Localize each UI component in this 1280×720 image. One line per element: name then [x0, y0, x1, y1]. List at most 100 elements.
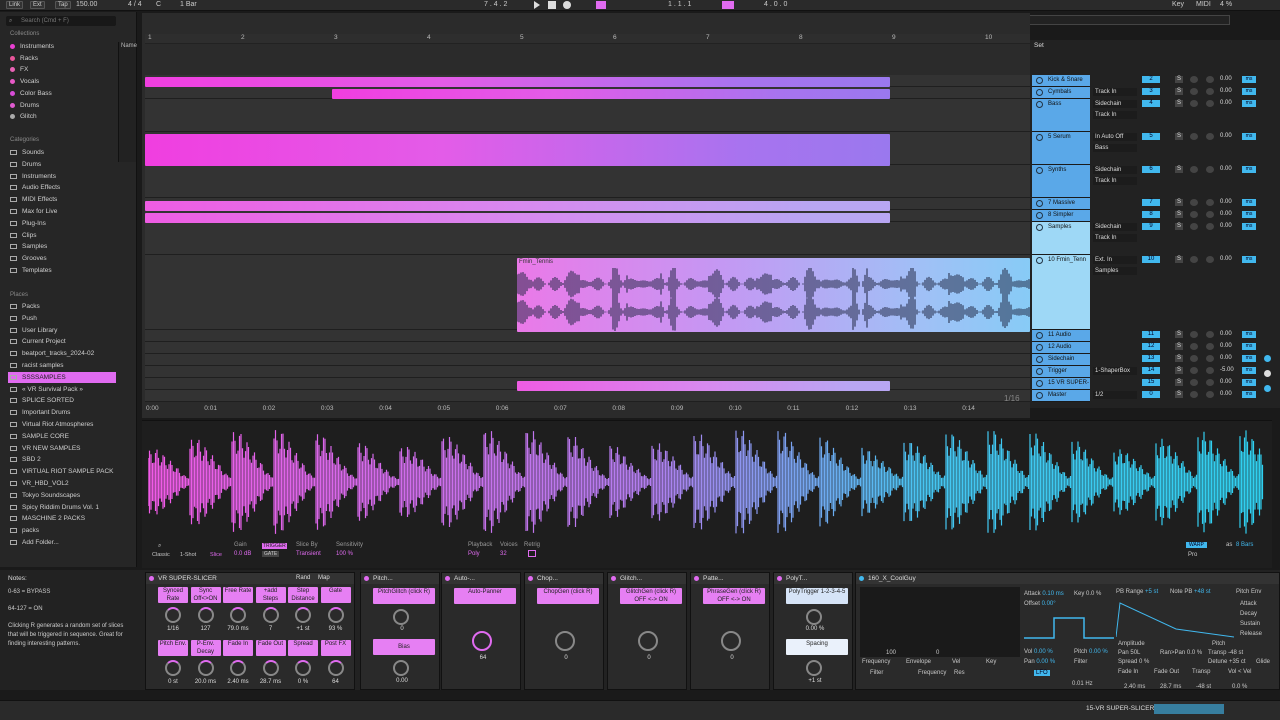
solo-button[interactable]: S — [1175, 88, 1183, 95]
monitor-icon[interactable] — [1206, 211, 1214, 218]
input-routing[interactable]: 1/2 — [1093, 391, 1137, 399]
place-item[interactable]: VR_HBD_VOL2 — [10, 478, 69, 489]
place-item[interactable]: VIRTUAL RIOT SAMPLE PACK — [10, 466, 114, 477]
loop-icon[interactable] — [722, 1, 734, 9]
arm-icon[interactable] — [1190, 88, 1198, 95]
pb-range[interactable]: PB Range +5 st — [1116, 589, 1158, 595]
slicer-knob[interactable] — [197, 660, 214, 676]
volume-value[interactable]: 0.00 — [1220, 199, 1232, 205]
input-routing[interactable]: In Auto Off — [1093, 133, 1137, 141]
track-number[interactable]: 6 — [1142, 166, 1160, 173]
delay-ms-button[interactable]: ms — [1242, 76, 1256, 83]
category-item[interactable]: Audio Effects — [10, 182, 60, 193]
fx-param-button[interactable]: PhraseGen (click R) OFF <-> ON — [703, 588, 765, 604]
category-item[interactable]: MIDI Effects — [10, 194, 57, 205]
arm-icon[interactable] — [1190, 211, 1198, 218]
place-item[interactable]: SAMPLE CORE — [10, 431, 69, 442]
fold-icon[interactable] — [1036, 101, 1043, 108]
track-number[interactable]: 11 — [1142, 331, 1160, 338]
fx-param-button[interactable]: ChopGen (click R) — [537, 588, 599, 604]
fade-out-value[interactable]: 28.7 ms — [1160, 684, 1181, 690]
volume-value[interactable]: 0.00 — [1220, 391, 1232, 397]
place-item[interactable]: Add Folder... — [10, 537, 59, 548]
place-item[interactable]: Virtual Riot Atmospheres — [10, 419, 93, 430]
delay-ms-button[interactable]: ms — [1242, 256, 1256, 263]
right-scroll-bar[interactable] — [1262, 40, 1280, 408]
track-number[interactable]: 3 — [1142, 88, 1160, 95]
category-item[interactable]: Sounds — [10, 147, 44, 158]
solo-button[interactable]: S — [1175, 133, 1183, 140]
mixer-track-header[interactable]: Trigger — [1032, 366, 1090, 378]
monitor-icon[interactable] — [1206, 256, 1214, 263]
fold-icon[interactable] — [1036, 368, 1043, 375]
pitch-transp[interactable]: Transp -48 st — [1208, 650, 1243, 656]
fold-icon[interactable] — [1036, 212, 1043, 219]
power-icon[interactable] — [777, 576, 782, 581]
glide-param[interactable]: Glide — [1256, 659, 1270, 665]
collection-item[interactable]: Vocals — [10, 76, 39, 87]
clip-simpler[interactable] — [145, 213, 890, 223]
arm-icon[interactable] — [1190, 343, 1198, 350]
play-icon[interactable] — [534, 1, 540, 9]
bar-ruler[interactable]: 1 2 3 4 5 6 7 8 9 10 — [145, 34, 1030, 44]
collection-item[interactable]: FX — [10, 64, 28, 75]
slicer-knob[interactable] — [262, 607, 279, 623]
category-item[interactable]: Drums — [10, 159, 41, 170]
key-map-button[interactable]: Key — [1172, 1, 1184, 8]
place-item[interactable]: Packs — [10, 301, 40, 312]
slicer-param-button[interactable]: Step Distance — [288, 587, 318, 603]
arm-icon[interactable] — [1190, 199, 1198, 206]
power-icon[interactable] — [694, 576, 699, 581]
delay-ms-button[interactable]: ms — [1242, 100, 1256, 107]
time-ruler[interactable]: 0:00 0:01 0:02 0:03 0:04 0:05 0:06 0:07 0:08 0:09… — [145, 403, 1030, 413]
classic-mode[interactable]: Classic — [152, 552, 170, 558]
volume-value[interactable]: -5.00 — [1220, 367, 1234, 373]
fold-icon[interactable] — [1036, 167, 1043, 174]
track-number[interactable]: 2 — [1142, 76, 1160, 83]
grid-zoom[interactable]: 1/16 — [1004, 394, 1020, 403]
slicer-param-button[interactable]: Fade Out — [255, 640, 286, 656]
track-number[interactable]: 12 — [1142, 343, 1160, 350]
place-item[interactable]: SPLICE SORTED — [10, 395, 74, 406]
monitor-icon[interactable] — [1206, 166, 1214, 173]
collection-item[interactable]: Glitch — [10, 111, 37, 122]
collection-item[interactable]: Drums — [10, 100, 39, 111]
place-item[interactable]: User Library — [10, 325, 57, 336]
place-item[interactable]: Push — [10, 313, 37, 324]
power-icon[interactable] — [445, 576, 450, 581]
place-item[interactable]: « VR Survival Pack » — [10, 384, 83, 395]
track-lane[interactable] — [145, 222, 1030, 255]
envelope-display[interactable] — [1116, 599, 1234, 639]
volume-value[interactable]: 0.00 — [1220, 211, 1232, 217]
trigger-button[interactable]: TRIGGER — [262, 543, 287, 549]
track-number[interactable]: 0 — [1142, 391, 1160, 398]
quantize-menu[interactable]: 1 Bar — [180, 1, 197, 8]
arm-icon[interactable] — [1190, 133, 1198, 140]
mixer-track-header[interactable]: 5 Serum — [1032, 132, 1090, 165]
offset-param[interactable]: Offset 0.00° — [1024, 601, 1056, 607]
arm-icon[interactable] — [1190, 379, 1198, 386]
track-number[interactable]: 14 — [1142, 367, 1160, 374]
clip-massive[interactable] — [145, 201, 890, 211]
slicer-param-button[interactable]: Free Rate — [223, 587, 253, 603]
volume-value[interactable]: 0.00 — [1220, 331, 1232, 337]
midi-map-button[interactable]: MIDI — [1196, 1, 1211, 8]
power-icon[interactable] — [859, 576, 864, 581]
solo-button[interactable]: S — [1175, 166, 1183, 173]
input-routing[interactable]: Track In — [1093, 88, 1137, 96]
arm-icon[interactable] — [1190, 391, 1198, 398]
transp-value[interactable]: -48 st — [1196, 684, 1211, 690]
selected-track-name[interactable]: 15-VR SUPER-SLICER — [1086, 705, 1154, 712]
bars-value[interactable]: 8 Bars — [1236, 542, 1253, 548]
volume-value[interactable]: 0.00 — [1220, 343, 1232, 349]
track-number[interactable]: 10 — [1142, 256, 1160, 263]
category-item[interactable]: Templates — [10, 265, 52, 276]
arm-icon[interactable] — [1190, 76, 1198, 83]
solo-button[interactable]: S — [1175, 199, 1183, 206]
playback-select[interactable]: Poly — [468, 551, 480, 557]
fx-param-button[interactable]: Auto-Panner — [454, 588, 516, 604]
place-item[interactable]: Spicy Riddim Drums Vol. 1 — [10, 502, 99, 513]
monitor-icon[interactable] — [1206, 100, 1214, 107]
ran-pan[interactable]: Ran>Pan 0.0 % — [1160, 650, 1202, 656]
track-lane[interactable] — [145, 354, 1030, 366]
